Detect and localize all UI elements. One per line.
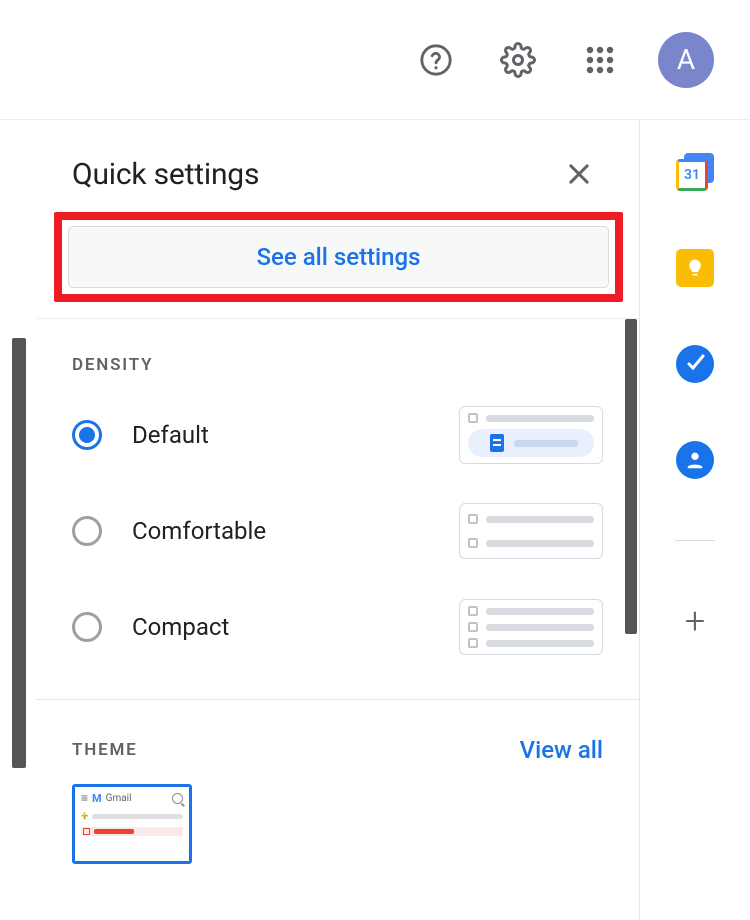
compose-plus-icon: + [81, 809, 88, 824]
keep-icon[interactable] [675, 248, 715, 288]
theme-title: THEME [72, 740, 138, 760]
search-icon [172, 793, 183, 804]
theme-thumbnail-default[interactable]: ≡ M Gmail + [72, 784, 192, 864]
see-all-settings-label: See all settings [257, 243, 421, 271]
plus-icon: + [685, 603, 705, 639]
density-section: DENSITY Default Comfortable [36, 319, 639, 700]
document-icon [490, 434, 504, 452]
panel-title: Quick settings [72, 157, 259, 192]
quick-settings-panel: Quick settings See all settings DENSITY … [36, 120, 640, 920]
tasks-icon[interactable] [675, 344, 715, 384]
radio-compact[interactable] [72, 612, 102, 642]
app-header: A [0, 0, 750, 120]
panel-header: Quick settings [36, 120, 639, 206]
gmail-m-icon: M [92, 792, 102, 805]
gear-icon[interactable] [494, 36, 542, 84]
avatar-letter: A [677, 43, 695, 76]
radio-default[interactable] [72, 420, 102, 450]
density-preview-comfortable [459, 503, 603, 559]
see-all-settings-button[interactable]: See all settings [68, 226, 609, 288]
density-title: DENSITY [72, 355, 153, 375]
density-preview-default [459, 406, 603, 464]
body: Quick settings See all settings DENSITY … [0, 120, 750, 920]
density-option-compact[interactable]: Compact [72, 579, 603, 675]
close-icon[interactable] [559, 154, 599, 194]
theme-section: THEME View all ≡ M Gmail + [36, 700, 639, 888]
radio-label: Default [132, 421, 429, 449]
panel-scrollbar[interactable] [625, 319, 637, 634]
radio-label: Compact [132, 613, 429, 641]
density-preview-compact [459, 599, 603, 655]
radio-label: Comfortable [132, 517, 429, 545]
inbox-gutter [0, 120, 36, 920]
calendar-icon[interactable]: 31 [675, 152, 715, 192]
avatar[interactable]: A [658, 32, 714, 88]
inbox-scrollbar[interactable] [12, 338, 26, 768]
gmail-label: Gmail [106, 793, 132, 804]
contacts-icon[interactable] [675, 440, 715, 480]
see-all-settings-highlight: See all settings [54, 212, 623, 302]
radio-comfortable[interactable] [72, 516, 102, 546]
density-option-default[interactable]: Default [72, 387, 603, 483]
apps-grid-icon[interactable] [576, 36, 624, 84]
side-rail: 31 + [640, 120, 750, 920]
hamburger-icon: ≡ [81, 791, 88, 805]
help-icon[interactable] [412, 36, 460, 84]
density-option-comfortable[interactable]: Comfortable [72, 483, 603, 579]
rail-divider [675, 540, 715, 541]
theme-view-all-link[interactable]: View all [520, 736, 603, 764]
add-app-button[interactable]: + [675, 601, 715, 641]
settings-scroll-area: DENSITY Default Comfortable [36, 318, 639, 920]
calendar-day: 31 [684, 167, 700, 183]
